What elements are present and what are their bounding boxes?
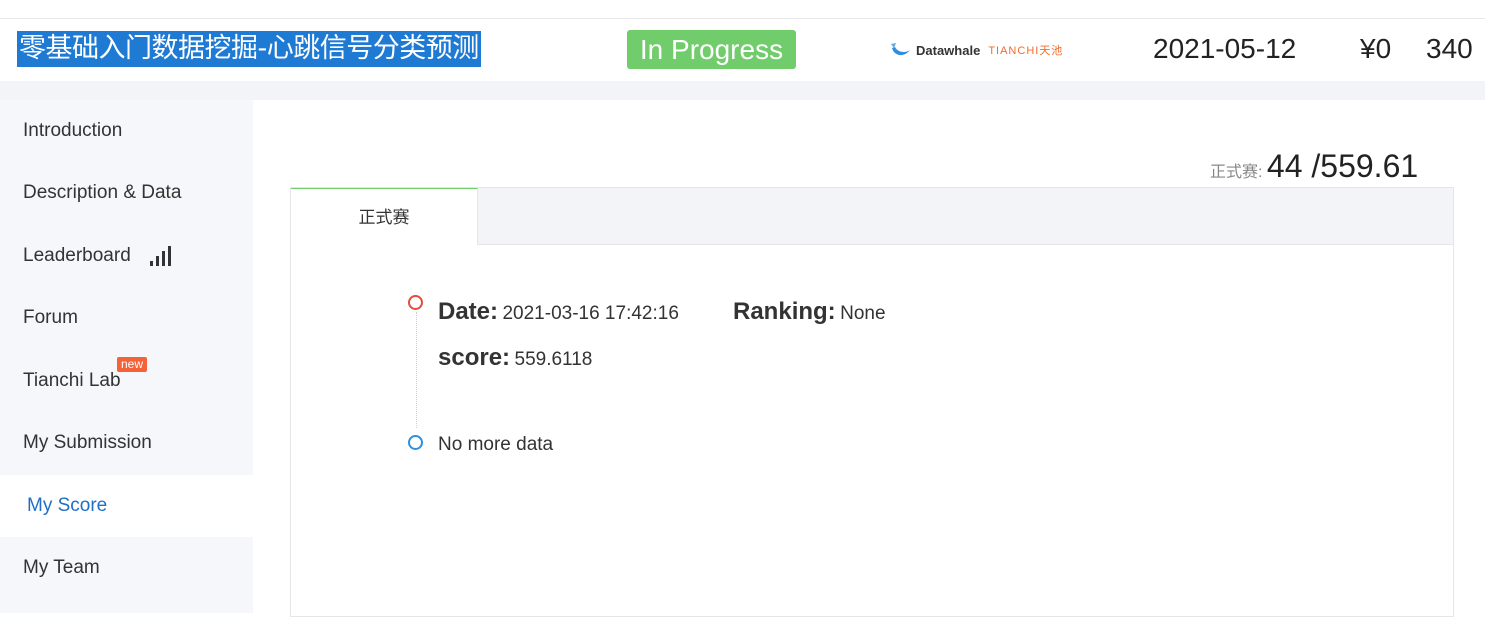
sidebar-item-description-data[interactable]: Description & Data: [0, 162, 253, 224]
new-badge: new: [117, 357, 148, 372]
sidebar-item-label: My Team: [23, 557, 100, 578]
sidebar-item-leaderboard[interactable]: Leaderboard: [0, 225, 253, 287]
score-summary: 正式赛: 44 /559.61: [1210, 148, 1418, 185]
competition-title[interactable]: 零基础入门数据挖掘-心跳信号分类预测: [17, 31, 481, 67]
organizer-logo: Datawhale TIANCHI天池: [890, 37, 1070, 63]
logo-text-tianchi: TIANCHI天池: [988, 45, 1064, 57]
sidebar-item-my-submission[interactable]: My Submission: [0, 412, 253, 474]
date-label: Date:: [438, 298, 499, 325]
date-value: 2021-03-16 17:42:16: [502, 303, 679, 324]
sidebar-item-introduction[interactable]: Introduction: [0, 100, 253, 162]
score-panel: 正式赛 Date: 2021-03-16 17:42:16 Ranking: N…: [290, 187, 1454, 617]
timeline-end-dot-icon: [408, 435, 423, 450]
timeline-dot-icon: [408, 295, 423, 310]
score-summary-label: 正式赛:: [1210, 164, 1263, 181]
ranking-label: Ranking:: [733, 298, 836, 325]
score-row: score: 559.6118: [438, 344, 592, 372]
score-value: 559.6118: [514, 349, 593, 370]
tab-official-round[interactable]: 正式赛: [291, 188, 478, 245]
submission-date-row: Date: 2021-03-16 17:42:16: [438, 298, 679, 326]
bar-chart-icon: [149, 246, 171, 266]
sidebar: Introduction Description & Data Leaderbo…: [0, 100, 253, 613]
sidebar-item-forum[interactable]: Forum: [0, 287, 253, 349]
sidebar-item-label: Introduction: [23, 120, 123, 141]
sidebar-item-label: Tianchi Lab: [23, 370, 121, 391]
score-summary-value: 44 /559.61: [1266, 148, 1419, 184]
sidebar-item-label: Forum: [23, 307, 78, 328]
score-label: score:: [438, 344, 511, 371]
ranking-row: Ranking: None: [733, 298, 886, 326]
tab-bar: 正式赛: [291, 188, 1453, 245]
header-separator: [0, 81, 1485, 100]
datawhale-logo-icon: [891, 43, 910, 56]
status-badge: In Progress: [627, 30, 796, 69]
sidebar-item-label: My Score: [27, 495, 108, 516]
sidebar-item-label: My Submission: [23, 432, 152, 453]
sidebar-item-my-score[interactable]: My Score: [0, 475, 253, 537]
ranking-value: None: [840, 303, 886, 324]
sidebar-item-label: Description & Data: [23, 182, 182, 203]
sidebar-item-label: Leaderboard: [23, 245, 131, 266]
competition-header: 零基础入门数据挖掘-心跳信号分类预测 In Progress Datawhale…: [0, 19, 1485, 81]
competition-date: 2021-05-12: [1153, 33, 1297, 64]
team-count: 340: [1426, 33, 1473, 64]
no-more-data-text: No more data: [438, 434, 554, 455]
sidebar-item-my-team[interactable]: My Team: [0, 537, 253, 599]
logo-text-datawhale: Datawhale: [916, 42, 981, 58]
sidebar-item-tianchi-lab[interactable]: Tianchi Lab new: [0, 350, 253, 412]
prize-amount: ¥0: [1360, 33, 1392, 64]
timeline-line: [416, 312, 417, 428]
